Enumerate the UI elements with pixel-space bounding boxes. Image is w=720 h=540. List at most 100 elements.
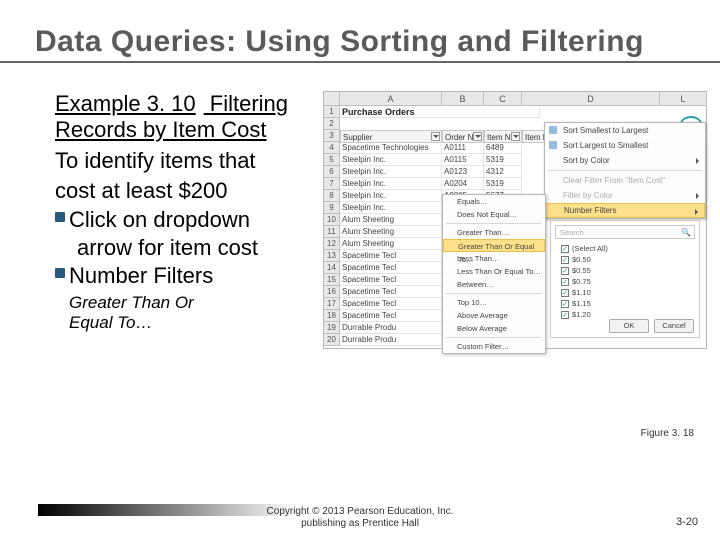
footer-gradient (38, 504, 298, 516)
sub-not-equal[interactable]: Does Not Equal… (443, 208, 545, 221)
filter-dropdown-menu[interactable]: Sort Smallest to Largest Sort Largest to… (544, 122, 706, 219)
row-num: 6 (324, 166, 340, 178)
data-cell: Spacetime Technologies (340, 142, 442, 154)
intro-line-1: To identify items that (55, 147, 315, 175)
filter-values-pane[interactable]: Search ✓(Select All)✓$0.50✓$0.55✓$0.75✓$… (550, 220, 700, 338)
data-cell: Steelpin Inc. (340, 190, 442, 202)
filter-search-input[interactable]: Search (555, 225, 695, 239)
data-cell: Steelpin Inc. (340, 202, 442, 214)
checkbox-icon[interactable]: ✓ (561, 267, 569, 275)
intro-line-2: cost at least $200 (55, 177, 315, 205)
dropdown-icon[interactable] (473, 132, 482, 141)
menu-sep (446, 223, 542, 224)
data-cell: A0111 (442, 142, 484, 154)
filter-checkbox-label: $1.20 (572, 310, 591, 319)
bullet-1: Click on dropdown arrow for item cost (55, 206, 315, 261)
sub-below-avg[interactable]: Below Average (443, 322, 545, 335)
sub-custom[interactable]: Custom Filter… (443, 340, 545, 353)
menu-sort-smallest[interactable]: Sort Smallest to Largest (545, 123, 705, 138)
filter-checkbox-item[interactable]: ✓$0.55 (551, 265, 699, 276)
menu-filter-by-color-label: Filter by Color (563, 191, 613, 200)
filter-checkbox-label: $1.15 (572, 299, 591, 308)
copyright-l1: Copyright © 2013 Pearson Education, Inc. (267, 506, 454, 517)
data-cell: Durrable Produ (340, 322, 442, 334)
data-cell: 6489 (484, 142, 522, 154)
data-cell: A0123 (442, 166, 484, 178)
filter-checkbox-label: $0.75 (572, 277, 591, 286)
sub-gt[interactable]: Greater Than… (443, 226, 545, 239)
menu-sep (446, 337, 542, 338)
menu-number-filters[interactable]: Number Filters (545, 203, 705, 218)
bullet-1-l2: arrow for item cost (77, 235, 258, 260)
data-cell: Spacetime Tecl (340, 250, 442, 262)
sub-above-avg[interactable]: Above Average (443, 309, 545, 322)
sub-equals[interactable]: Equals… (443, 195, 545, 208)
checkbox-icon[interactable]: ✓ (561, 245, 569, 253)
data-cell: Spacetime Tecl (340, 262, 442, 274)
row-num: 11 (324, 226, 340, 238)
checkbox-icon[interactable]: ✓ (561, 256, 569, 264)
data-cell: Spacetime Tecl (340, 310, 442, 322)
data-cell: Durrable Produ (340, 334, 442, 346)
checkbox-icon[interactable]: ✓ (561, 289, 569, 297)
row-num: 8 (324, 190, 340, 202)
row-num: 15 (324, 274, 340, 286)
filter-buttons: OK Cancel (609, 319, 694, 333)
filter-checkbox-label: $0.55 (572, 266, 591, 275)
row-num: 18 (324, 310, 340, 322)
row-num: 7 (324, 178, 340, 190)
col-letter: L (660, 92, 707, 106)
copyright: Copyright © 2013 Pearson Education, Inc.… (267, 506, 454, 530)
data-cell: 5319 (484, 154, 522, 166)
data-cell: Steelpin Inc. (340, 154, 442, 166)
checkbox-icon[interactable]: ✓ (561, 311, 569, 319)
filter-checkbox-item[interactable]: ✓$0.75 (551, 276, 699, 287)
menu-sort-largest[interactable]: Sort Largest to Smallest (545, 138, 705, 153)
data-cell: Alum Sheeting (340, 226, 442, 238)
chevron-right-icon (696, 193, 699, 199)
data-cell: Spacetime Tecl (340, 298, 442, 310)
row-num: 12 (324, 238, 340, 250)
text-column: Example 3. 10 Filtering Records by Item … (55, 91, 315, 349)
row-num: 10 (324, 214, 340, 226)
filter-checkbox-item[interactable]: ✓$1.10 (551, 287, 699, 298)
figure-caption: Figure 3. 18 (641, 428, 694, 439)
filter-checkbox-label: $0.50 (572, 255, 591, 264)
number-filters-submenu[interactable]: Equals… Does Not Equal… Greater Than… Gr… (442, 194, 546, 354)
dropdown-icon[interactable] (431, 132, 440, 141)
bullet-1-l1: Click on dropdown (69, 207, 250, 232)
sub-top10[interactable]: Top 10… (443, 296, 545, 309)
data-cell: Steelpin Inc. (340, 178, 442, 190)
filter-checkbox-label: $1.10 (572, 288, 591, 297)
example-number: Example 3. 10 (55, 91, 196, 116)
menu-sort-by-color[interactable]: Sort by Color (545, 153, 705, 168)
checkbox-icon[interactable]: ✓ (561, 278, 569, 286)
cancel-button[interactable]: Cancel (654, 319, 694, 333)
menu-sep (548, 170, 702, 171)
ok-button[interactable]: OK (609, 319, 649, 333)
chevron-right-icon (695, 209, 698, 215)
chevron-right-icon (696, 158, 699, 164)
col-letter: A (340, 92, 442, 106)
page-number: 3-20 (676, 516, 698, 528)
menu-filter-by-color: Filter by Color (545, 188, 705, 203)
row-num: 1 (324, 106, 340, 118)
dropdown-icon[interactable] (511, 132, 520, 141)
sub-lt[interactable]: Less Than… (443, 252, 545, 265)
row-num: 20 (324, 334, 340, 346)
menu-sort-by-color-label: Sort by Color (563, 156, 610, 165)
data-title: Purchase Orders (340, 106, 540, 118)
sub-lte[interactable]: Less Than Or Equal To… (443, 265, 545, 278)
data-cell: Steelpin Inc. (340, 166, 442, 178)
filter-checkbox-item[interactable]: ✓$0.50 (551, 254, 699, 265)
checkbox-icon[interactable]: ✓ (561, 300, 569, 308)
filter-checkbox-item[interactable]: ✓$1.15 (551, 298, 699, 309)
menu-sep (446, 293, 542, 294)
filter-checkbox-item[interactable]: ✓(Select All) (551, 243, 699, 254)
col-letter: B (442, 92, 484, 106)
grid-corner (324, 92, 340, 106)
hdr-supplier-label: Supplier (343, 133, 372, 142)
sub-between[interactable]: Between… (443, 278, 545, 291)
sub-gte[interactable]: Greater Than Or Equal To… (443, 239, 545, 252)
row-num: 9 (324, 202, 340, 214)
